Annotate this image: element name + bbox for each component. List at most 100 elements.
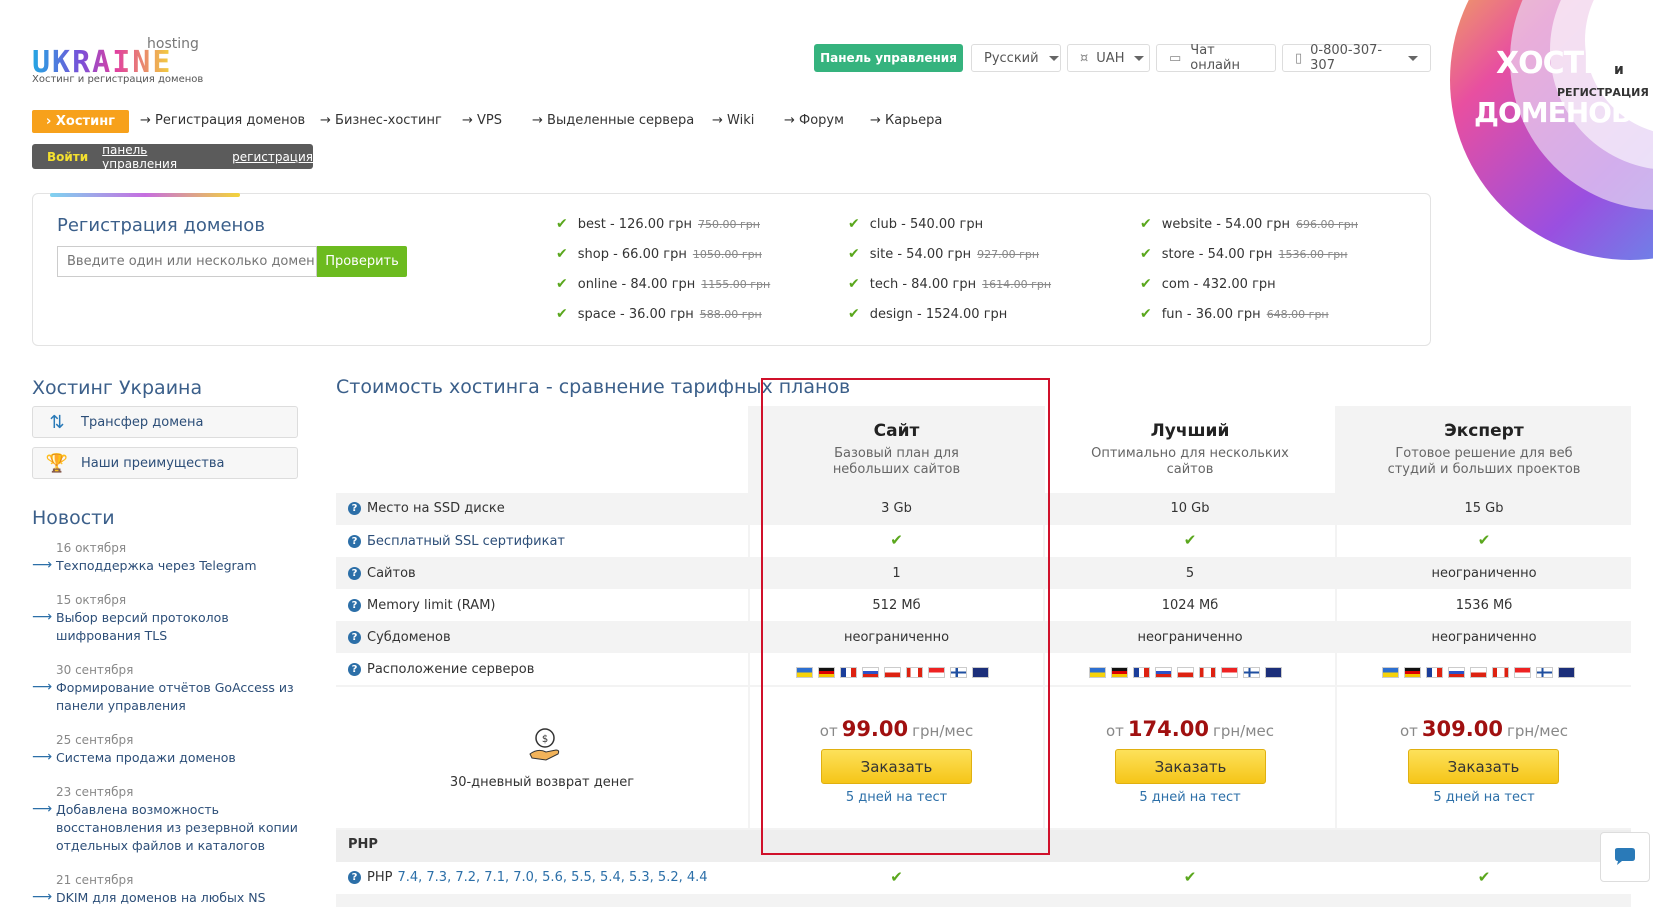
domain-zone-item[interactable]: ✔ fun - 36.00 грн 648.00 грн [1140,306,1329,322]
currency-select[interactable]: ¤ UAH [1067,44,1150,72]
nav-career[interactable]: → Карьера [870,113,942,128]
register-link[interactable]: регистрация [232,150,313,164]
control-panel-button[interactable]: Панель управления [814,44,963,72]
nav-dedicated[interactable]: → Выделенные сервера [532,113,694,128]
sidebar-title: Хостинг Украина [32,377,203,399]
domain-box-title: Регистрация доменов [57,215,265,236]
news-link[interactable]: DKIM для доменов на любых NS [56,889,316,907]
nav-forum[interactable]: → Форум [784,113,844,128]
promo-rings-graphic [1450,0,1653,260]
col-divider [1335,406,1337,830]
plan-description: Оптимально для нескольких сайтов [1091,446,1289,477]
country-flag-icon [1558,667,1575,678]
news-link[interactable]: Техподдержка через Telegram [56,557,316,575]
domain-zone-item[interactable]: ✔ online - 84.00 грн 1155.00 грн [556,276,770,292]
zone-price: store - 54.00 грн [1161,246,1273,262]
country-flag-icon [1448,667,1465,678]
news-link[interactable]: Система продажи доменов [56,749,316,767]
help-icon[interactable]: ? [348,871,361,884]
domain-zone-item[interactable]: ✔ best - 126.00 грн 750.00 грн [556,216,760,232]
domain-zone-item[interactable]: ✔ design - 1524.00 грн [848,306,1007,322]
order-button[interactable]: Заказать [1408,749,1559,784]
zone-price: tech - 84.00 грн [869,276,977,292]
promo-banner[interactable] [1430,0,1653,300]
domain-zone-item[interactable]: ✔ site - 54.00 грн 927.00 грн [848,246,1039,262]
help-icon[interactable]: ? [348,567,361,580]
order-button[interactable]: Заказать [1115,749,1266,784]
promo-text-hosting: ХОСТИНГ [1496,46,1650,81]
language-select[interactable]: Русский [971,44,1061,72]
ram-value: 1536 Мб [1455,598,1513,613]
news-link[interactable]: Выбор версий протоколов шифрования TLS [56,609,316,645]
plan-name: Лучший [1150,421,1230,441]
help-icon[interactable]: ? [348,663,361,676]
domain-zone-item[interactable]: ✔ tech - 84.00 грн 1614.00 грн [848,276,1051,292]
nav-vps[interactable]: → VPS [462,113,502,128]
country-flag-icon [1536,667,1553,678]
check-icon: ✔ [1477,868,1491,886]
news-title: Новости [32,507,115,529]
check-domain-button[interactable]: Проверить [317,246,407,277]
country-flag-icon [1382,667,1399,678]
news-link[interactable]: Добавлена возможность восстановления из … [56,801,316,855]
help-icon[interactable]: ? [348,631,361,644]
domain-zone-item[interactable]: ✔ website - 54.00 грн 696.00 грн [1140,216,1358,232]
feature-text: Memory limit (RAM) [367,598,496,613]
control-panel-link[interactable]: панель управления [102,143,218,171]
feature-text: Субдоменов [367,630,451,645]
help-icon[interactable]: ? [348,535,361,548]
trial-link[interactable]: 5 дней на тест [1045,790,1335,805]
advantages-button[interactable]: 🏆 Наши преимущества [32,447,298,479]
help-icon[interactable]: ? [348,599,361,612]
trophy-icon: 🏆 [45,452,69,474]
check-icon: ✔ [848,306,860,322]
help-icon[interactable]: ? [348,502,361,515]
country-flag-icon [1426,667,1443,678]
zone-price: online - 84.00 грн [577,276,696,292]
zone-old-price: 1050.00 грн [692,247,762,261]
domain-zone-item[interactable]: ✔ store - 54.00 грн 1536.00 грн [1140,246,1347,262]
zone-old-price: 1614.00 грн [982,277,1052,291]
check-icon: ✔ [556,246,568,262]
domain-zone-item[interactable]: ✔ club - 540.00 грн [848,216,983,232]
php-versions-label: ? PHP 7.4, 7.3, 7.2, 7.1, 7.0, 5.6, 5.5,… [348,870,708,885]
nav-wiki[interactable]: → Wiki [712,113,754,128]
domain-zone-item[interactable]: ✔ space - 36.00 грн 588.00 грн [556,306,762,322]
refund-text: 30-дневный возврат денег [449,775,635,790]
domain-zone-item[interactable]: ✔ shop - 66.00 грн 1050.00 грн [556,246,762,262]
feature-text: Место на SSD диске [367,501,505,516]
news-date: 30 сентября [56,663,134,677]
news-date: 21 сентября [56,873,134,887]
check-icon: ✔ [556,306,568,322]
nav-domains[interactable]: → Регистрация доменов [140,113,305,128]
trial-link[interactable]: 5 дней на тест [1337,790,1631,805]
domain-zone-item[interactable]: ✔ com - 432.00 грн [1140,276,1276,292]
check-icon: ✔ [1140,276,1152,292]
currency-icon: ¤ [1080,50,1089,66]
php-versions-links[interactable]: 7.4, 7.3, 7.2, 7.1, 7.0, 5.6, 5.5, 5.4, … [397,870,707,885]
feature-label: ? Место на SSD диске [348,501,505,516]
promo-text-domains: ДОМЕНОВ [1474,96,1632,129]
check-icon: ✔ [1140,306,1152,322]
domain-search-input[interactable] [57,246,317,277]
login-bar: Войти панель управления регистрация [32,143,313,171]
chat-online-button[interactable]: ▭ Чат онлайн [1156,43,1276,73]
zone-price: best - 126.00 грн [577,216,693,232]
chat-widget-button[interactable] [1600,832,1650,882]
phone-select[interactable]: ▯ 0-800-307-307 [1282,43,1431,73]
transfer-domain-button[interactable]: ⇅ Трансфер домена [32,406,298,438]
zone-old-price: 1155.00 грн [701,277,771,291]
feature-text[interactable]: Бесплатный SSL сертификат [367,534,565,549]
money-back-icon: $ [526,726,564,768]
news-link[interactable]: Формирование отчётов GoAccess из панели … [56,679,316,715]
news-date: 25 сентября [56,733,134,747]
nav-business-hosting[interactable]: → Бизнес-хостинг [320,113,442,128]
sites-value: 5 [1185,566,1195,581]
country-flag-icon [1265,667,1282,678]
zone-price: design - 1524.00 грн [869,306,1008,322]
check-icon: ✔ [1140,216,1152,232]
svg-text:$: $ [542,734,548,745]
login-link[interactable]: Войти [47,150,88,164]
nav-hosting-active[interactable]: › Хостинг [32,110,129,133]
check-icon: ✔ [1477,531,1491,549]
